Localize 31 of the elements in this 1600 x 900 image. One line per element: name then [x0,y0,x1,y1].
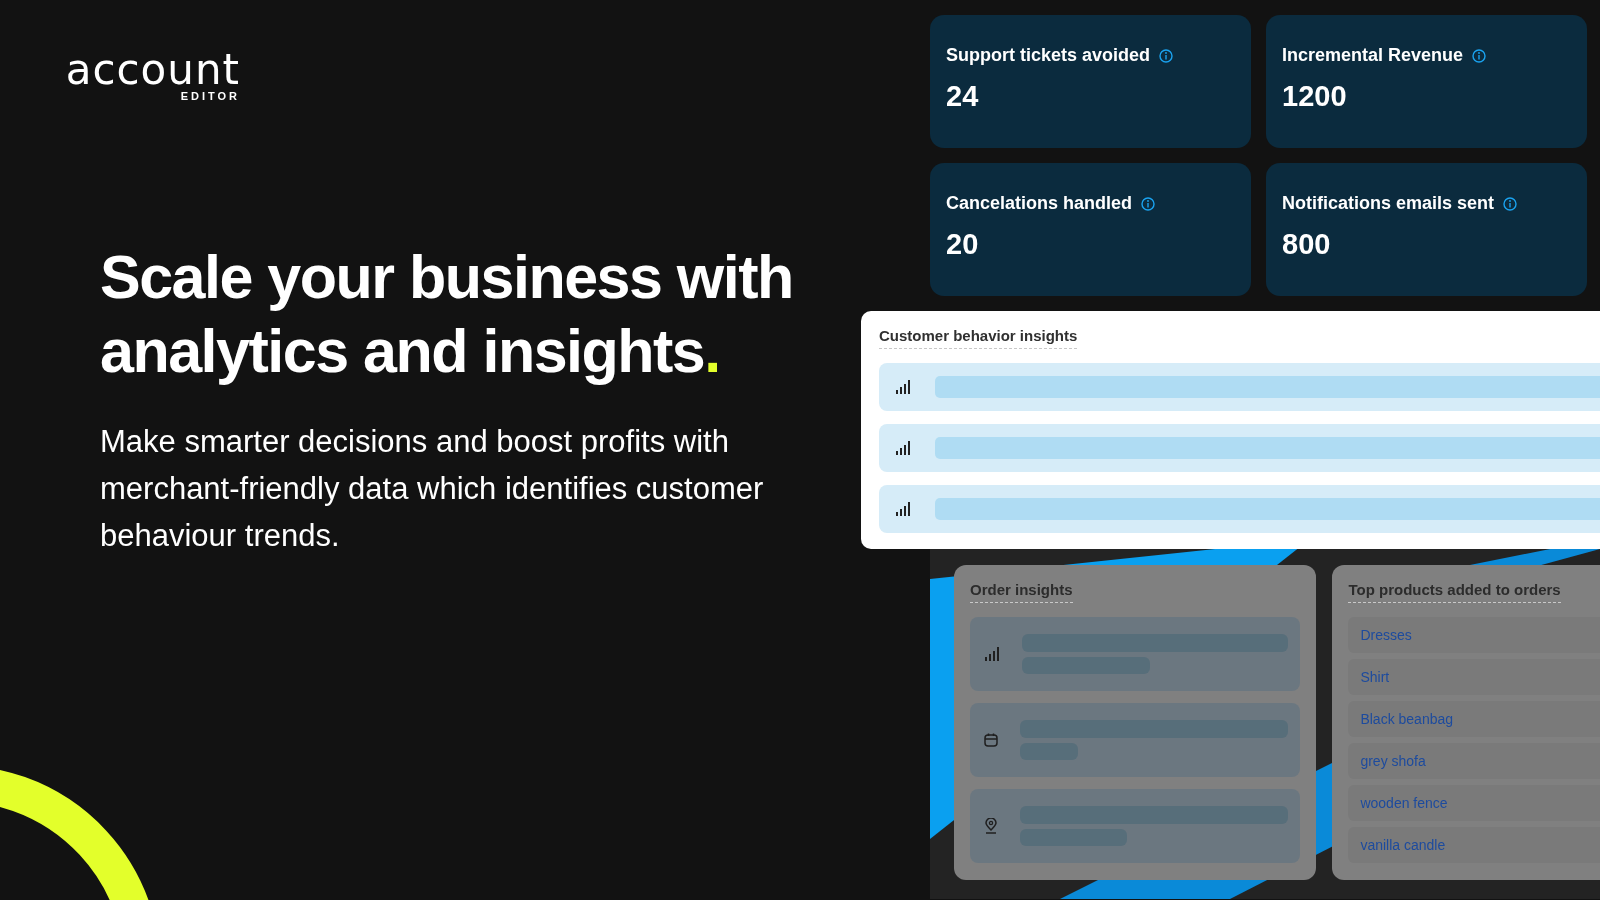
info-icon[interactable] [1503,196,1518,211]
signal-bars-icon [895,441,911,455]
panel-title: Customer behavior insights [879,327,1078,349]
logo-wordmark: account [65,48,240,92]
panel-title: Order insights [970,581,1073,603]
signal-bars-icon [895,380,911,394]
stat-value: 800 [1282,228,1332,261]
stat-label: Support tickets avoided [946,45,1151,66]
location-pin-icon [984,818,998,834]
stat-label: Cancelations handled [946,193,1133,214]
panel-title: Top products added to orders [1348,581,1561,603]
product-link[interactable]: Dresses [1348,617,1600,653]
product-link[interactable]: Shirt [1348,659,1600,695]
stat-label: Incremental Revenue [1282,45,1464,66]
description: Make smarter decisions and boost profits with merchant-friendly data which identifies customer behaviour trends. [100,423,765,555]
stat-value: 24 [946,80,980,113]
product-link[interactable]: wooden fence [1348,785,1600,821]
stat-label: Notifications emails sent [1282,193,1495,214]
signal-bars-icon [895,502,911,516]
product-link[interactable]: Black beanbag [1348,701,1600,737]
stat-value: 1200 [1282,80,1348,113]
calendar-icon [984,733,998,747]
product-link[interactable]: grey shofa [1348,743,1600,779]
product-link[interactable]: vanilla candle [1348,827,1600,863]
logo-subtitle: EDITOR [180,90,240,102]
headline: Scale your business with analytics and insights. [100,242,794,387]
info-icon[interactable] [1141,196,1156,211]
stat-value: 20 [946,228,980,261]
info-icon[interactable] [1472,48,1487,63]
info-icon[interactable] [1159,48,1174,63]
signal-bars-icon [984,647,1000,661]
